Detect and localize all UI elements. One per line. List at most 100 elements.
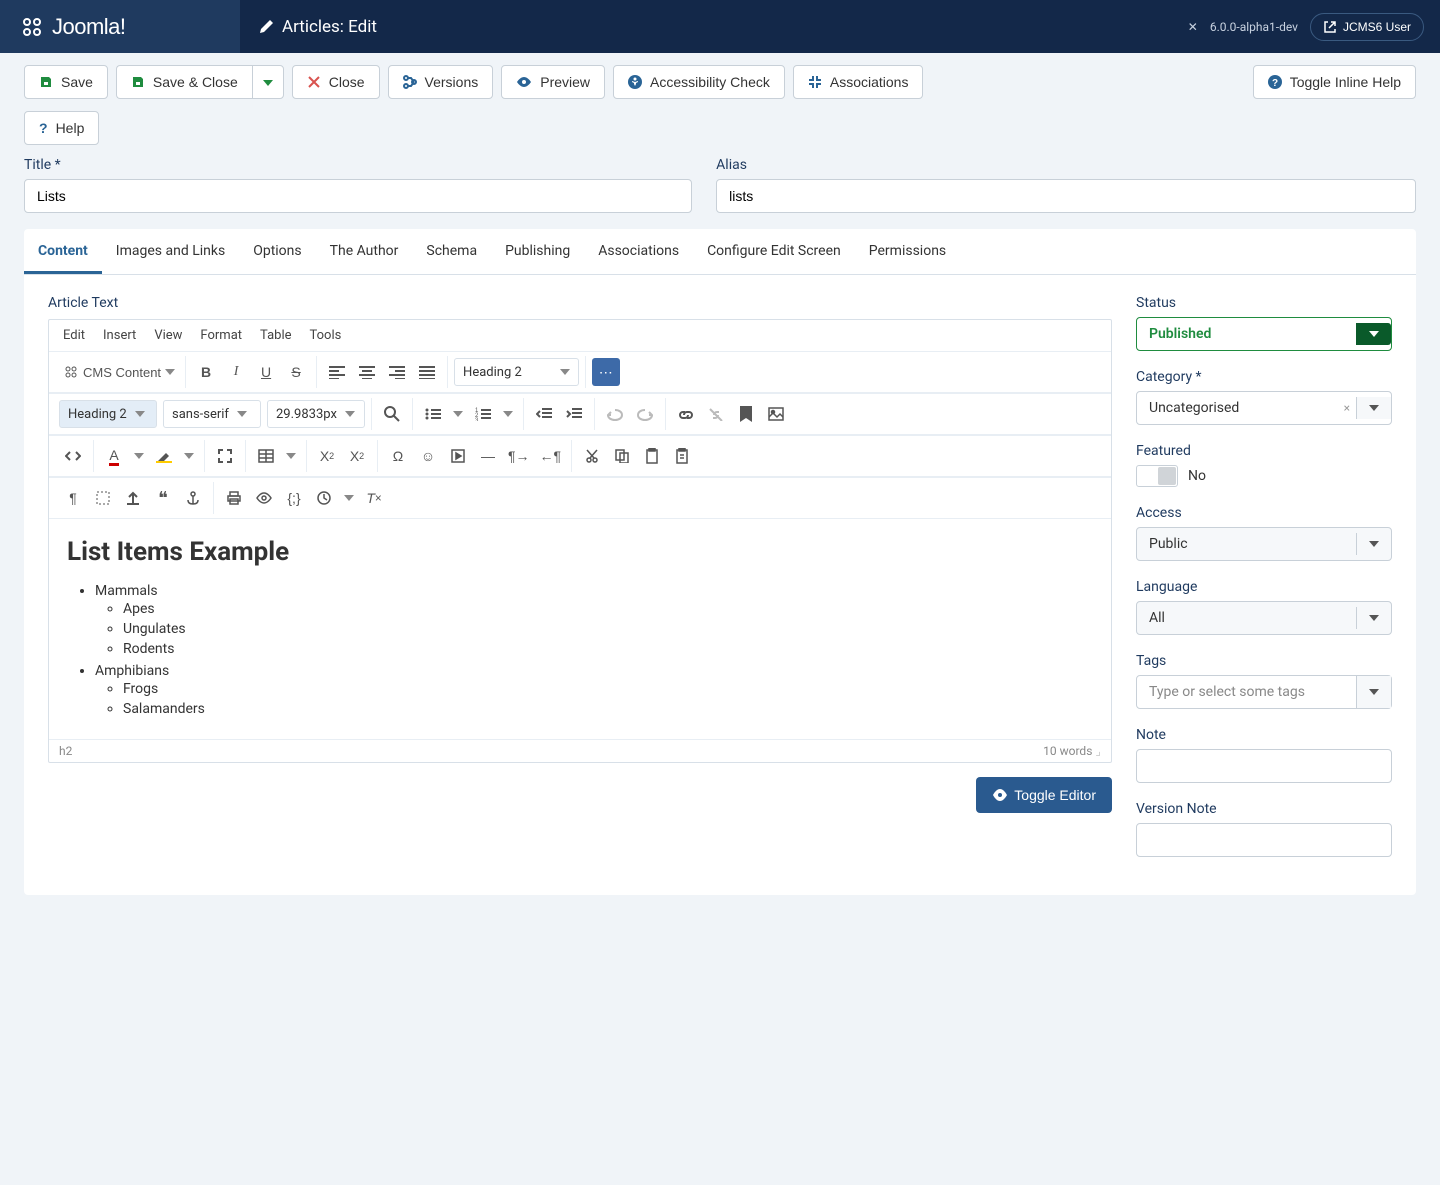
- element-path[interactable]: h2: [59, 744, 72, 758]
- strikethrough-button[interactable]: S: [282, 358, 310, 386]
- tags-select[interactable]: Type or select some tags: [1136, 675, 1392, 709]
- editor-body[interactable]: List Items Example Mammals Apes Ungulate…: [49, 519, 1111, 739]
- copy-button[interactable]: [608, 442, 636, 470]
- special-char-button[interactable]: Ω: [384, 442, 412, 470]
- toggle-inline-help-button[interactable]: ? Toggle Inline Help: [1253, 65, 1416, 99]
- search-button[interactable]: [378, 400, 406, 428]
- hr-button[interactable]: —: [474, 442, 502, 470]
- user-button[interactable]: JCMS6 User: [1310, 13, 1424, 41]
- backcolor-button[interactable]: [150, 442, 178, 470]
- rtl-button[interactable]: ←¶: [536, 442, 566, 470]
- sourcecode-button[interactable]: [59, 442, 87, 470]
- menu-tools[interactable]: Tools: [310, 328, 342, 343]
- table-button[interactable]: [252, 442, 280, 470]
- tab-associations[interactable]: Associations: [584, 229, 693, 274]
- menu-view[interactable]: View: [154, 328, 182, 343]
- blockquote-button[interactable]: ❝: [149, 484, 177, 512]
- bullet-list-button[interactable]: [419, 400, 447, 428]
- bookmark-button[interactable]: [732, 400, 760, 428]
- superscript-button[interactable]: X2: [343, 442, 371, 470]
- emoji-button[interactable]: ☺: [414, 442, 442, 470]
- block-format-select-2[interactable]: Heading 2: [59, 400, 157, 428]
- upload-button[interactable]: [119, 484, 147, 512]
- font-family-select[interactable]: sans-serif: [163, 400, 261, 428]
- paste-button[interactable]: [638, 442, 666, 470]
- save-close-button[interactable]: Save & Close: [116, 65, 252, 99]
- version-note-input[interactable]: [1136, 823, 1392, 857]
- save-close-group: Save & Close: [116, 65, 284, 99]
- datetime-dropdown[interactable]: [340, 484, 358, 512]
- align-right-button[interactable]: [383, 358, 411, 386]
- ltr-button[interactable]: ¶→: [504, 442, 534, 470]
- note-label: Note: [1136, 727, 1392, 743]
- tab-images-links[interactable]: Images and Links: [102, 229, 239, 274]
- bold-button[interactable]: B: [192, 358, 220, 386]
- align-center-button[interactable]: [353, 358, 381, 386]
- language-select[interactable]: All: [1136, 601, 1392, 635]
- preview-button[interactable]: Preview: [501, 65, 605, 99]
- tab-configure-edit[interactable]: Configure Edit Screen: [693, 229, 855, 274]
- title-input[interactable]: [24, 179, 692, 213]
- link-button[interactable]: [672, 400, 700, 428]
- backcolor-dropdown[interactable]: [180, 442, 198, 470]
- outdent-button[interactable]: [530, 400, 558, 428]
- access-select[interactable]: Public: [1136, 527, 1392, 561]
- more-button[interactable]: ⋯: [592, 358, 620, 386]
- menu-table[interactable]: Table: [260, 328, 291, 343]
- anchor-button[interactable]: [179, 484, 207, 512]
- accessibility-button[interactable]: Accessibility Check: [613, 65, 785, 99]
- associations-button[interactable]: Associations: [793, 65, 924, 99]
- alias-input[interactable]: [716, 179, 1416, 213]
- tab-publishing[interactable]: Publishing: [491, 229, 584, 274]
- help-button[interactable]: ? Help: [24, 111, 99, 145]
- menu-insert[interactable]: Insert: [103, 328, 136, 343]
- preview-icon-button[interactable]: [250, 484, 278, 512]
- forecolor-dropdown[interactable]: [130, 442, 148, 470]
- datetime-button[interactable]: [310, 484, 338, 512]
- ordered-list-button[interactable]: 123: [469, 400, 497, 428]
- font-size-select[interactable]: 29.9833px: [267, 400, 365, 428]
- undo-button[interactable]: [601, 400, 629, 428]
- media-button[interactable]: [444, 442, 472, 470]
- code-sample-button[interactable]: {;}: [280, 484, 308, 512]
- tab-content[interactable]: Content: [24, 229, 102, 274]
- tab-permissions[interactable]: Permissions: [855, 229, 960, 274]
- unlink-button[interactable]: [702, 400, 730, 428]
- clear-category-button[interactable]: ×: [1338, 401, 1356, 415]
- close-button[interactable]: Close: [292, 65, 380, 99]
- ordered-list-dropdown[interactable]: [499, 400, 517, 428]
- align-left-button[interactable]: [323, 358, 351, 386]
- versions-button[interactable]: Versions: [388, 65, 494, 99]
- forecolor-button[interactable]: A: [100, 442, 128, 470]
- paste-text-button[interactable]: [668, 442, 696, 470]
- image-button[interactable]: [762, 400, 790, 428]
- save-button[interactable]: Save: [24, 65, 108, 99]
- save-close-dropdown[interactable]: [252, 65, 284, 99]
- indent-button[interactable]: [560, 400, 588, 428]
- status-select[interactable]: Published: [1136, 317, 1392, 351]
- featured-toggle[interactable]: [1136, 465, 1178, 487]
- menu-edit[interactable]: Edit: [63, 328, 85, 343]
- tab-options[interactable]: Options: [239, 229, 315, 274]
- cms-content-button[interactable]: CMS Content: [59, 358, 179, 386]
- tab-schema[interactable]: Schema: [412, 229, 491, 274]
- note-input[interactable]: [1136, 749, 1392, 783]
- show-invisible-button[interactable]: ¶: [59, 484, 87, 512]
- clear-format-button[interactable]: T×: [360, 484, 388, 512]
- fullscreen-button[interactable]: [211, 442, 239, 470]
- align-justify-button[interactable]: [413, 358, 441, 386]
- tab-author[interactable]: The Author: [316, 229, 413, 274]
- select-all-button[interactable]: [89, 484, 117, 512]
- cut-button[interactable]: [578, 442, 606, 470]
- underline-button[interactable]: U: [252, 358, 280, 386]
- redo-button[interactable]: [631, 400, 659, 428]
- subscript-button[interactable]: X2: [313, 442, 341, 470]
- italic-button[interactable]: I: [222, 358, 250, 386]
- bullet-list-dropdown[interactable]: [449, 400, 467, 428]
- table-dropdown[interactable]: [282, 442, 300, 470]
- print-button[interactable]: [220, 484, 248, 512]
- toggle-editor-button[interactable]: Toggle Editor: [976, 777, 1112, 813]
- block-format-select[interactable]: Heading 2: [454, 358, 579, 386]
- category-select[interactable]: Uncategorised ×: [1136, 391, 1392, 425]
- menu-format[interactable]: Format: [200, 328, 242, 343]
